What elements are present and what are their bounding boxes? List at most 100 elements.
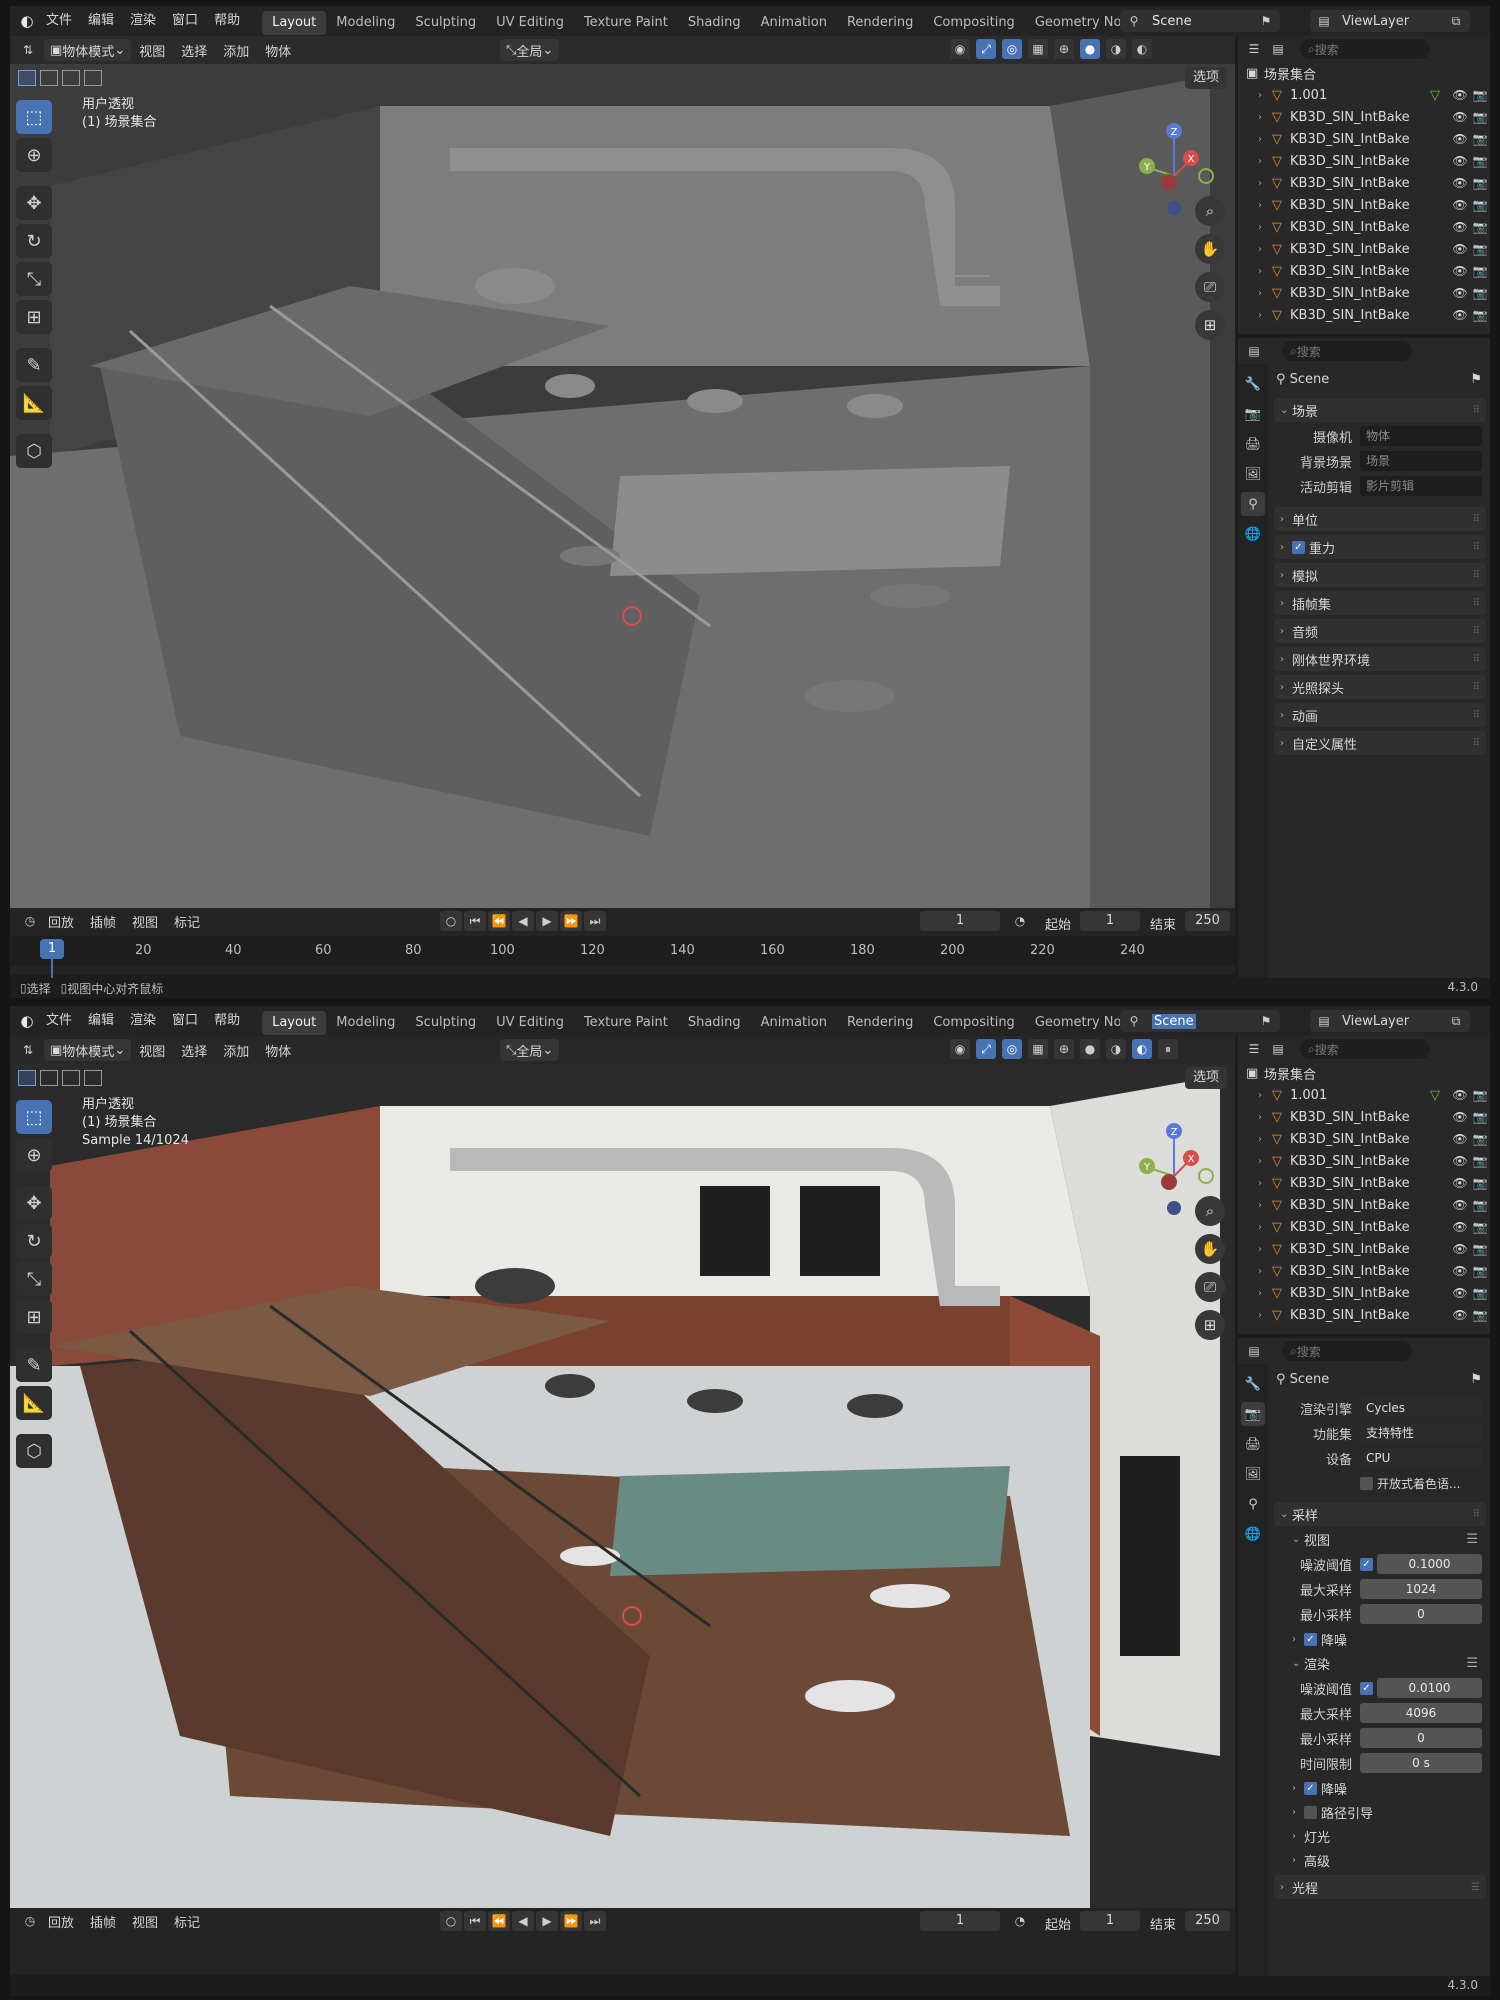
panel-units[interactable]: › 单位 ⠿	[1274, 507, 1486, 531]
list-item[interactable]: › ▽ 1.001 ▽ 👁 📷	[1238, 84, 1490, 106]
drag-grip-icon[interactable]: ⠿	[1473, 626, 1480, 637]
move-icon[interactable]: ✥	[16, 186, 52, 220]
new-layer-icon[interactable]: ⧉	[1446, 11, 1466, 31]
end-frame-field[interactable]: 250	[1185, 1911, 1230, 1931]
expand-icon[interactable]: ›	[1258, 1090, 1272, 1101]
measure-icon[interactable]: 📐	[16, 1386, 52, 1420]
menu-file[interactable]: 文件	[38, 6, 80, 36]
pin-icon[interactable]: ⚑	[1470, 1372, 1482, 1387]
tab-compositing[interactable]: Compositing	[923, 11, 1025, 35]
visibility-icon[interactable]: ◉	[950, 1039, 970, 1059]
menu-marker[interactable]: 标记	[166, 1912, 208, 1931]
expand-icon[interactable]: ›	[1258, 1222, 1272, 1233]
menu-tl-view[interactable]: 视图	[124, 912, 166, 931]
list-item[interactable]: › ▽ KB3D_SIN_IntBake 👁 📷	[1238, 238, 1490, 260]
eye-icon[interactable]: 👁	[1450, 264, 1470, 278]
visibility-icon[interactable]: ◉	[950, 39, 970, 59]
feature-set-dropdown[interactable]: 支持特性	[1360, 1423, 1482, 1443]
render-camera-icon[interactable]: 📷	[1470, 1110, 1490, 1124]
menu-tl-view[interactable]: 视图	[124, 1912, 166, 1931]
zoom-icon[interactable]: ⌕	[1195, 196, 1225, 226]
drag-grip-icon[interactable]: ⠿	[1473, 654, 1480, 665]
eye-icon[interactable]: 👁	[1450, 176, 1470, 190]
tab-modeling[interactable]: Modeling	[326, 11, 405, 35]
display-mode-icon[interactable]: ▤	[1268, 1039, 1288, 1059]
expand-icon[interactable]: ›	[1258, 1112, 1272, 1123]
record-icon[interactable]: ○	[440, 1911, 462, 1931]
render-camera-icon[interactable]: 📷	[1470, 308, 1490, 322]
transform-icon[interactable]: ⊞	[16, 1300, 52, 1334]
menu-add[interactable]: 添加	[215, 41, 257, 60]
panel-light-paths[interactable]: › 光程 ☰	[1274, 1875, 1486, 1899]
render-engine-dropdown[interactable]: Cycles	[1360, 1398, 1482, 1418]
expand-icon[interactable]: ›	[1258, 200, 1272, 211]
tab-rendering[interactable]: Rendering	[837, 11, 923, 35]
select-extend-icon[interactable]	[40, 1070, 58, 1086]
cursor-icon[interactable]: ⊕	[16, 1138, 52, 1172]
vp-denoise-checkbox[interactable]: ✓	[1304, 1632, 1317, 1646]
drag-grip-icon[interactable]: ⠿	[1473, 570, 1480, 581]
tab-animation[interactable]: Animation	[751, 1011, 837, 1035]
list-item[interactable]: › ▽ KB3D_SIN_IntBake 👁 📷	[1238, 194, 1490, 216]
annotate-icon[interactable]: ✎	[16, 348, 52, 382]
scene-name-input[interactable]: Scene	[1152, 1013, 1196, 1029]
tab-compositing[interactable]: Compositing	[923, 1011, 1025, 1035]
play-reverse-icon[interactable]: ◀	[512, 911, 534, 931]
render-camera-icon[interactable]: 📷	[1470, 264, 1490, 278]
expand-icon[interactable]: ›	[1258, 134, 1272, 145]
menu-keying[interactable]: 插帧	[82, 1912, 124, 1931]
view-layer-tab-icon[interactable]: 🖼	[1241, 1462, 1265, 1486]
eye-icon[interactable]: 👁	[1450, 220, 1470, 234]
stopwatch-icon[interactable]: ◔	[1010, 1911, 1030, 1931]
end-frame-field[interactable]: 250	[1185, 911, 1230, 931]
scene-tab-icon[interactable]: ⚲	[1241, 492, 1265, 516]
panel-light-probes[interactable]: › 光照探头 ⠿	[1274, 675, 1486, 699]
subpanel-path-guiding[interactable]: › 路径引导	[1272, 1801, 1488, 1823]
render-camera-icon[interactable]: 📷	[1470, 1154, 1490, 1168]
properties-search-input[interactable]: ⌕ 搜索	[1282, 1341, 1412, 1361]
eye-icon[interactable]: 👁	[1450, 1220, 1470, 1234]
expand-icon[interactable]: ›	[1258, 1178, 1272, 1189]
list-menu-icon[interactable]: ☰	[1466, 1532, 1478, 1547]
world-tab-icon[interactable]: 🌐	[1241, 522, 1265, 546]
jump-end-icon[interactable]: ⏭	[584, 911, 606, 931]
camera-field[interactable]: 物体	[1360, 426, 1482, 446]
list-item[interactable]: › ▽ KB3D_SIN_IntBake 👁 📷	[1238, 282, 1490, 304]
subpanel-r-denoise[interactable]: › ✓ 降噪	[1272, 1777, 1488, 1799]
view-layer-name[interactable]: ViewLayer	[1342, 1014, 1409, 1029]
menu-edit[interactable]: 编辑	[80, 1006, 122, 1036]
list-menu-icon[interactable]: ☰	[1471, 1882, 1480, 1893]
blender-logo-icon[interactable]: ◐	[16, 1010, 38, 1032]
options-dropdown[interactable]: 选项	[1184, 1067, 1227, 1089]
stopwatch-icon[interactable]: ◔	[1010, 911, 1030, 931]
expand-icon[interactable]: ›	[1258, 112, 1272, 123]
properties-editor-icon[interactable]: ▤	[1244, 341, 1264, 361]
render-camera-icon[interactable]: 📷	[1470, 176, 1490, 190]
render-camera-icon[interactable]: 📷	[1470, 1176, 1490, 1190]
timeline-editor-icon[interactable]: ◷	[20, 1911, 40, 1931]
expand-icon[interactable]: ›	[1258, 1244, 1272, 1255]
scene-tab-icon[interactable]: ⚲	[1241, 1492, 1265, 1516]
select-new-icon[interactable]	[18, 1070, 36, 1086]
record-icon[interactable]: ○	[440, 911, 462, 931]
render-camera-icon[interactable]: 📷	[1470, 198, 1490, 212]
start-frame-field[interactable]: 1	[1080, 911, 1140, 931]
eye-icon[interactable]: 👁	[1450, 88, 1470, 102]
eye-icon[interactable]: 👁	[1450, 1154, 1470, 1168]
eye-icon[interactable]: 👁	[1450, 286, 1470, 300]
menu-render[interactable]: 渲染	[122, 1006, 164, 1036]
render-camera-icon[interactable]: 📷	[1470, 1220, 1490, 1234]
tool-tab-icon[interactable]: 🔧	[1241, 372, 1265, 396]
menu-help[interactable]: 帮助	[206, 1006, 248, 1036]
view-layer-name[interactable]: ViewLayer	[1342, 14, 1409, 29]
menu-window[interactable]: 窗口	[164, 1006, 206, 1036]
frame-ruler[interactable]: 1 20 40 60 80 100 120 140 160 180 200 22…	[10, 936, 1235, 989]
r-min-samples-field[interactable]: 0	[1360, 1728, 1482, 1748]
eye-icon[interactable]: 👁	[1450, 110, 1470, 124]
add-cube-icon[interactable]: ⬡	[16, 1434, 52, 1468]
panel-rigid-body-world[interactable]: › 刚体世界环境 ⠿	[1274, 647, 1486, 671]
solid-shading-icon[interactable]: ●	[1080, 39, 1100, 59]
render-camera-icon[interactable]: 📷	[1470, 1242, 1490, 1256]
cursor-icon[interactable]: ⊕	[16, 138, 52, 172]
scale-icon[interactable]: ⤡	[16, 1262, 52, 1296]
